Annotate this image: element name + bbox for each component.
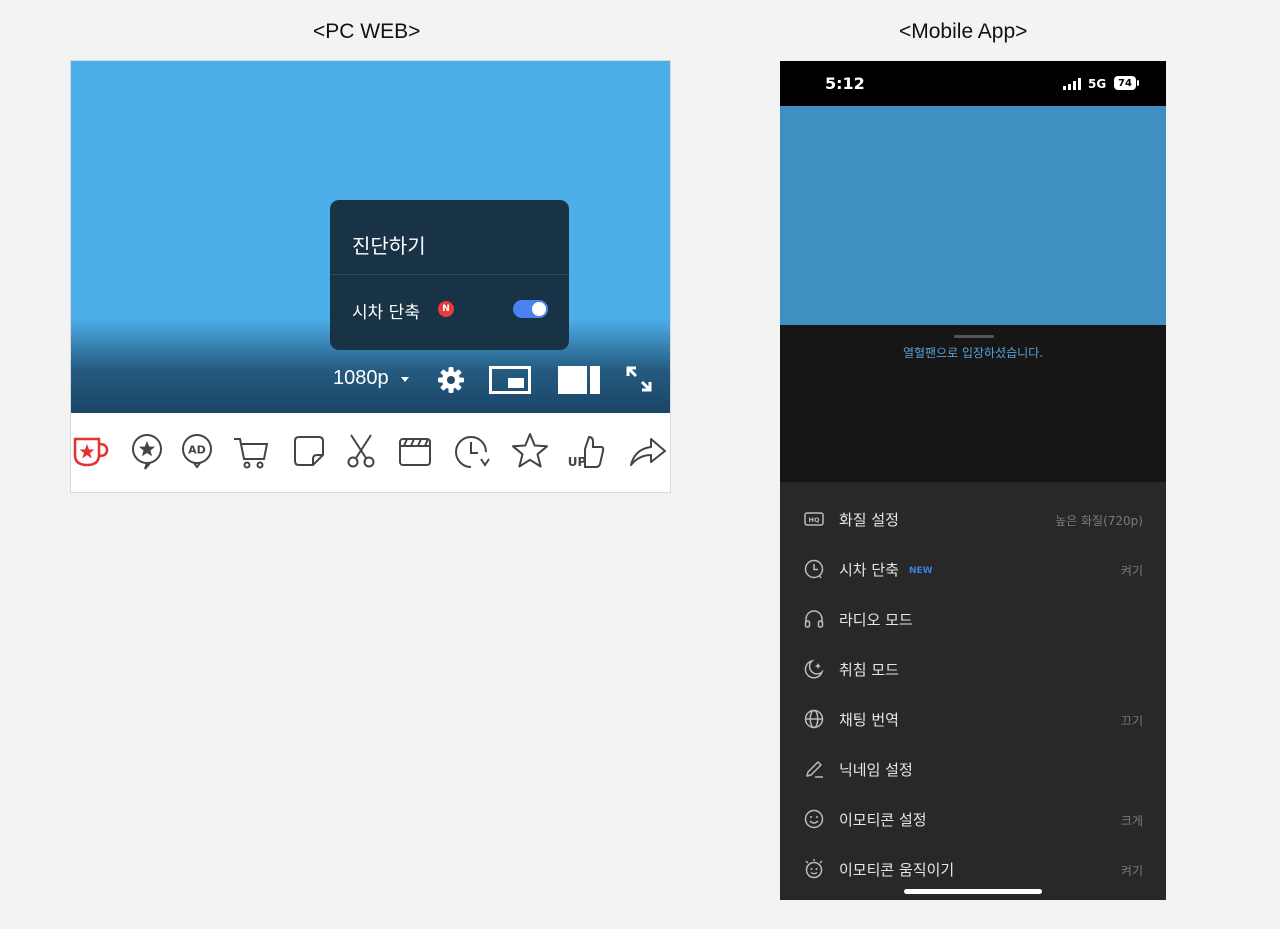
clock-history-icon[interactable] xyxy=(451,431,491,471)
menu-item-chat-translate[interactable]: 채팅 번역 끄기 xyxy=(780,695,1166,745)
menu-item-sleep-mode[interactable]: 취침 모드 xyxy=(780,645,1166,695)
video-area[interactable]: 진단하기 시차 단축 N 1080p xyxy=(71,61,670,413)
status-bar: 5:12 5G 74 xyxy=(780,61,1166,106)
smile-icon xyxy=(804,809,824,829)
popup-divider xyxy=(330,274,569,275)
moon-icon xyxy=(804,659,824,679)
menu-value: 켜기 xyxy=(1120,864,1143,878)
menu-value: 높은 화질(720p) xyxy=(1055,514,1143,528)
pc-web-player: 진단하기 시차 단축 N 1080p AD UP xyxy=(70,60,671,493)
network-label: 5G xyxy=(1088,77,1107,91)
svg-text:AD: AD xyxy=(188,444,206,457)
home-indicator[interactable] xyxy=(904,889,1042,894)
menu-value: 끄기 xyxy=(1120,714,1143,728)
fullscreen-icon[interactable] xyxy=(625,365,653,393)
menu-label: 이모티콘 움직이기 xyxy=(839,861,955,879)
menu-label: 이모티콘 설정 xyxy=(839,811,927,829)
menu-label: 화질 설정 xyxy=(839,511,899,529)
menu-value: 켜기 xyxy=(1120,564,1143,578)
chat-system-message: 열혈팬으로 입장하셨습니다. xyxy=(902,346,1044,360)
diagnose-menu-item[interactable]: 진단하기 xyxy=(352,230,426,259)
menu-item-emoticon-animate[interactable]: 이모티콘 움직이기 켜기 xyxy=(780,845,1166,895)
menu-label: 라디오 모드 xyxy=(839,611,913,629)
new-badge: NEW xyxy=(908,566,933,576)
svg-text:UP: UP xyxy=(568,455,587,469)
timeshift-toggle[interactable] xyxy=(513,300,548,318)
sticker-note-icon[interactable] xyxy=(289,431,329,471)
battery-nub xyxy=(1137,80,1139,86)
menu-item-timeshift[interactable]: 시차 단축 NEW 켜기 xyxy=(780,545,1166,595)
menu-label: 시차 단축 NEW xyxy=(839,561,933,579)
mobile-video-area[interactable] xyxy=(780,106,1166,325)
clapperboard-icon[interactable] xyxy=(395,431,435,471)
menu-label: 취침 모드 xyxy=(839,661,899,679)
chat-area: 열혈팬으로 입장하셨습니다. xyxy=(780,325,1166,482)
globe-icon xyxy=(804,709,824,729)
star-bubble-icon[interactable] xyxy=(127,431,167,471)
hq-icon: HQ xyxy=(804,512,824,526)
picture-in-picture-icon[interactable] xyxy=(489,366,531,394)
scissors-icon[interactable] xyxy=(341,431,381,471)
settings-menu: HQ 화질 설정 높은 화질(720p) 시차 단축NEW 켜기 라디오 모드 xyxy=(780,482,1166,900)
menu-value: 크게 xyxy=(1120,814,1143,828)
quality-selector[interactable]: 1080p xyxy=(333,367,389,390)
menu-label: 닉네임 설정 xyxy=(839,761,913,779)
diagnose-popup: 진단하기 시차 단축 N xyxy=(330,200,569,350)
drag-handle[interactable] xyxy=(954,335,994,338)
menu-item-radio-mode[interactable]: 라디오 모드 xyxy=(780,595,1166,645)
pc-web-caption: <PC WEB> xyxy=(313,20,421,43)
thumbs-up-icon[interactable]: UP xyxy=(567,431,607,471)
mobile-app-caption: <Mobile App> xyxy=(899,20,1028,43)
star-icon[interactable] xyxy=(510,431,550,471)
wide-mode-icon[interactable] xyxy=(558,366,600,394)
caret-down-icon xyxy=(401,377,409,382)
menu-item-nickname[interactable]: 닉네임 설정 xyxy=(780,745,1166,795)
svg-text:HQ: HQ xyxy=(809,516,820,524)
shopping-cart-icon[interactable] xyxy=(231,431,271,471)
menu-label: 채팅 번역 xyxy=(839,711,899,729)
animated-emoji-icon xyxy=(805,859,823,879)
clock-icon xyxy=(804,559,824,579)
menu-item-quality[interactable]: HQ 화질 설정 높은 화질(720p) xyxy=(780,495,1166,545)
red-cup-star-icon[interactable] xyxy=(71,431,111,471)
share-arrow-icon[interactable] xyxy=(627,431,667,471)
menu-item-emoticon-settings[interactable]: 이모티콘 설정 크게 xyxy=(780,795,1166,845)
ad-balloon-icon[interactable]: AD xyxy=(177,431,217,471)
status-time: 5:12 xyxy=(825,74,865,93)
settings-gear-icon[interactable] xyxy=(436,365,466,395)
toggle-knob xyxy=(532,302,546,316)
signal-icon xyxy=(1063,78,1081,90)
new-badge: N xyxy=(438,301,454,317)
pencil-icon xyxy=(806,761,823,778)
timeshift-label: 시차 단축 xyxy=(352,303,420,323)
battery-icon: 74 xyxy=(1114,76,1136,90)
mobile-app-screen: 5:12 5G 74 열혈팬으로 입장하셨습니다. HQ 화질 설정 높은 화질… xyxy=(780,61,1166,900)
headphones-icon xyxy=(804,610,824,628)
